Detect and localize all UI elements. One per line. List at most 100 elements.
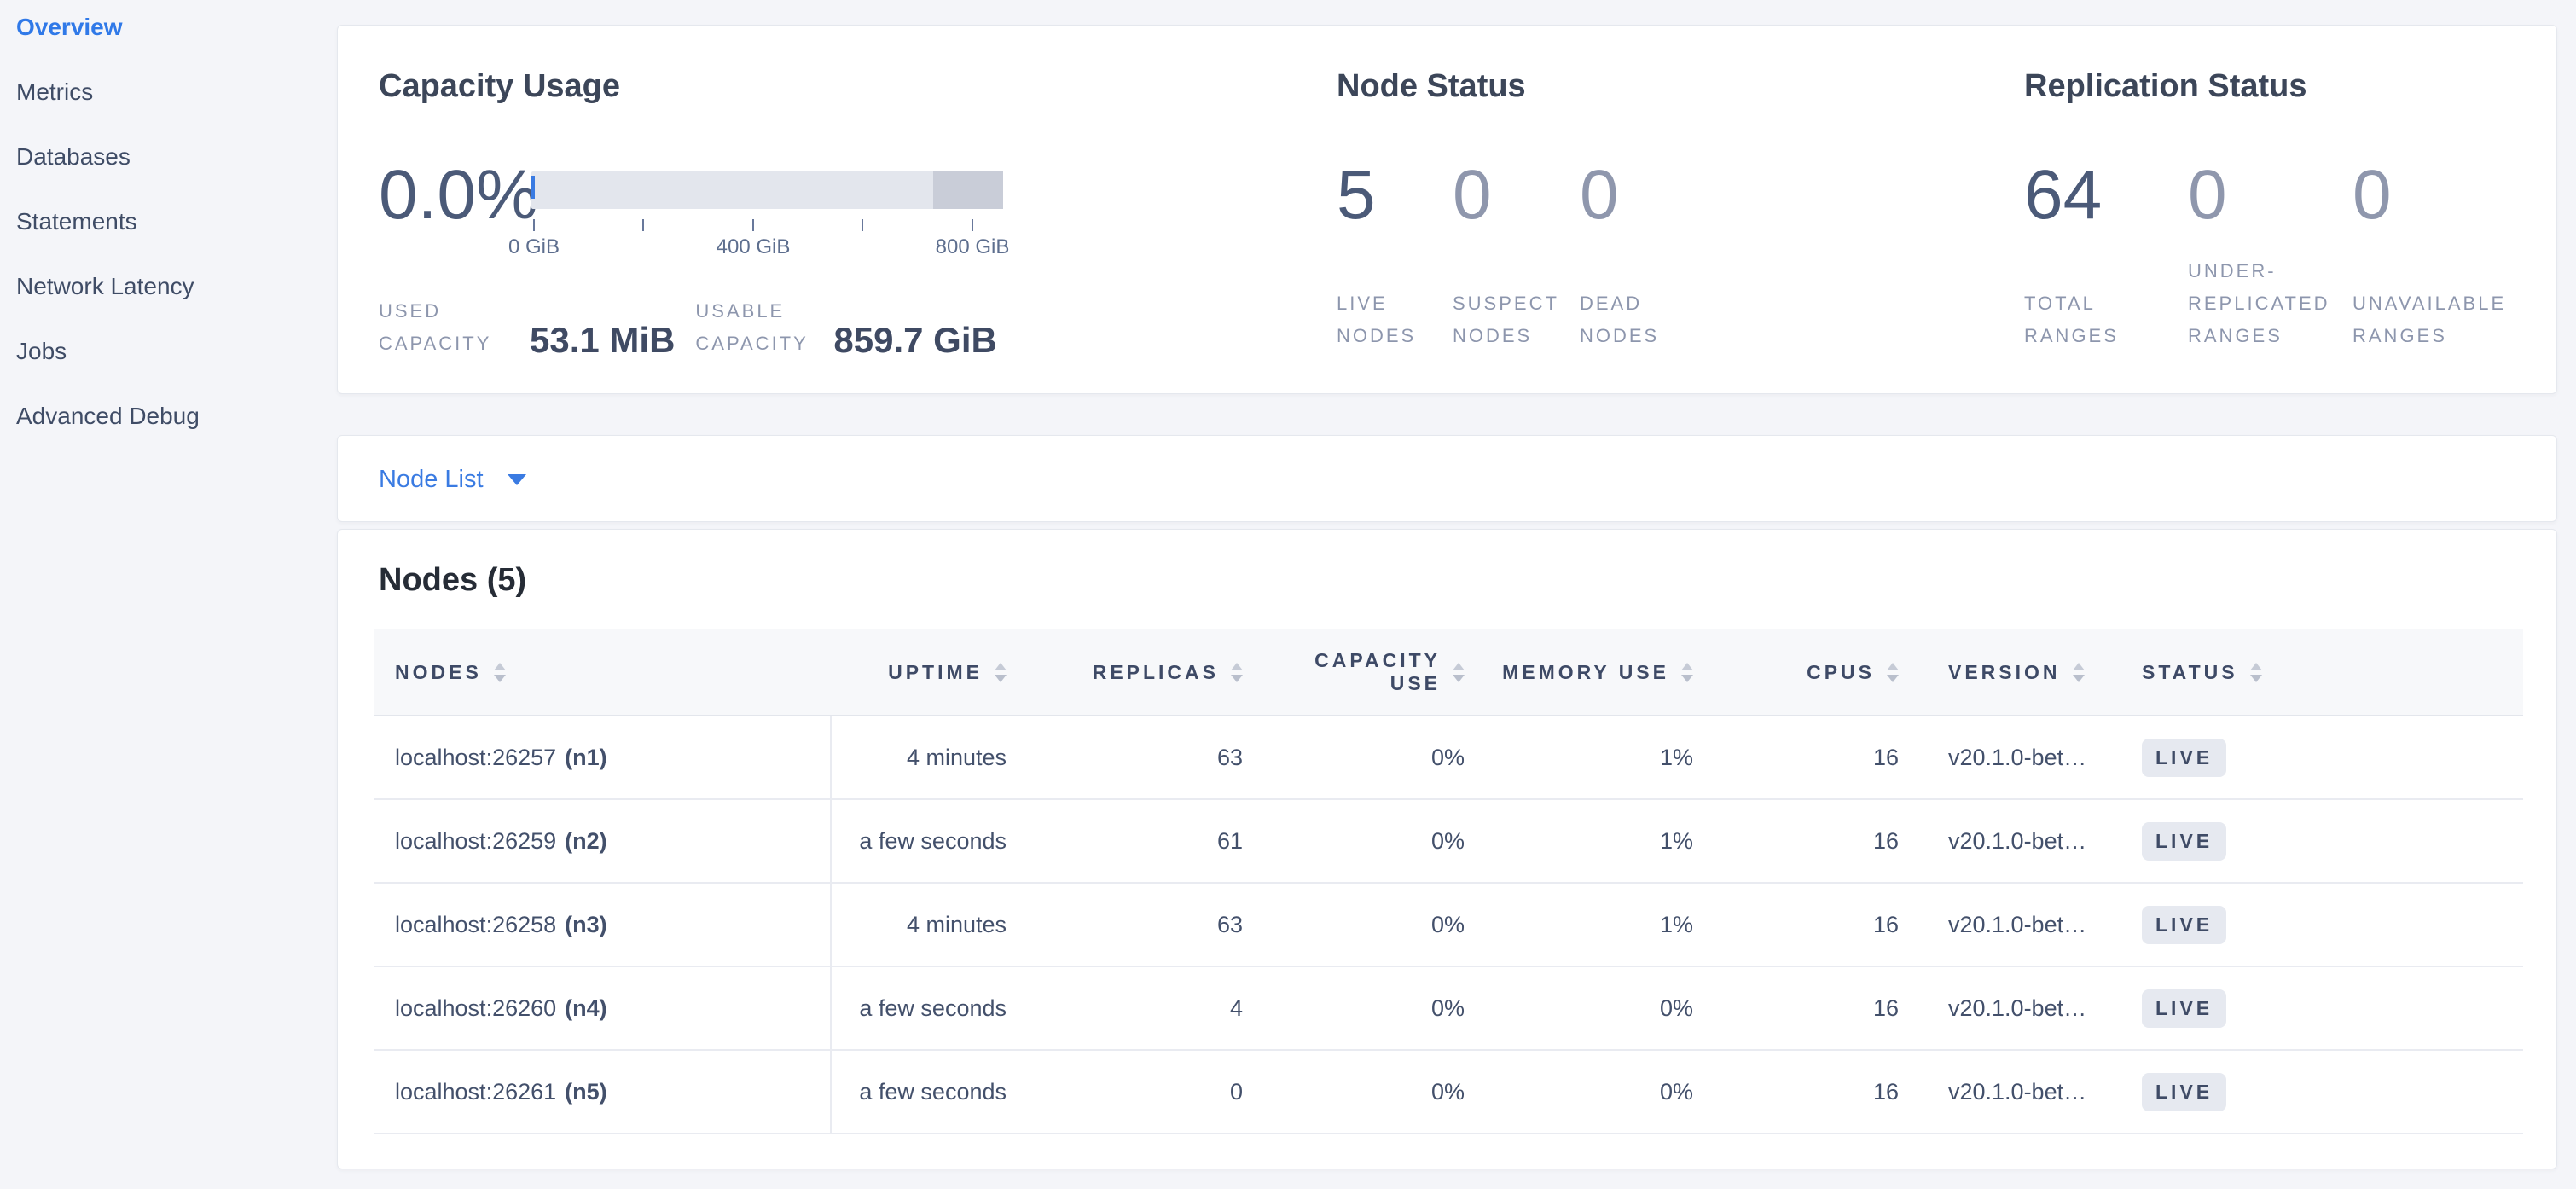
capacity-usage-title: Capacity Usage — [379, 68, 620, 105]
unavailable-ranges-label: UNAVAILABLE RANGES — [2353, 287, 2515, 352]
node-address: localhost:26260 — [395, 995, 556, 1022]
status-cell: LIVE — [2121, 800, 2523, 882]
capacity-axis-tick — [972, 219, 973, 231]
uptime-cell: 4 minutes — [832, 716, 1024, 798]
uptime-cell: a few seconds — [832, 967, 1024, 1049]
live-nodes-count: 5 — [1337, 160, 1448, 230]
usable-capacity-value: 859.7 GiB — [833, 322, 996, 358]
capacity-axis-label-0: 0 GiB — [508, 235, 560, 259]
sidebar-item-statements[interactable]: Statements — [16, 208, 333, 237]
sort-icon — [995, 663, 1007, 682]
column-header-capacity-use[interactable]: CAPACITY USE — [1260, 629, 1482, 715]
capacity-bar-reserved-segment — [933, 171, 1003, 209]
column-header-status-label: STATUS — [2142, 661, 2238, 684]
column-header-replicas[interactable]: REPLICAS — [1024, 629, 1260, 715]
node-list-dropdown[interactable]: Node List — [379, 436, 526, 523]
column-header-uptime[interactable]: UPTIME — [832, 629, 1024, 715]
cpus-cell: 16 — [1710, 1051, 1916, 1133]
status-badge: LIVE — [2142, 906, 2226, 944]
capacity-axis-tick — [642, 219, 644, 231]
column-header-nodes[interactable]: NODES — [374, 629, 832, 715]
node-address-cell: localhost:26257(n1) — [374, 716, 832, 798]
column-header-version[interactable]: VERSION — [1916, 629, 2121, 715]
total-ranges-stat: 64 TOTAL RANGES — [2024, 160, 2182, 352]
table-row-node-2[interactable]: localhost:26259(n2) a few seconds 61 0% … — [374, 800, 2523, 884]
unavailable-ranges-stat: 0 UNAVAILABLE RANGES — [2353, 160, 2523, 352]
capacity-use-cell: 0% — [1260, 716, 1482, 798]
node-list-dropdown-label: Node List — [379, 466, 484, 494]
column-header-cpus[interactable]: CPUS — [1710, 629, 1916, 715]
capacity-stats: USED CAPACITY 53.1 MiB USABLE CAPACITY 8… — [379, 295, 997, 360]
used-capacity-label: USED CAPACITY — [379, 295, 530, 360]
node-address: localhost:26257 — [395, 745, 556, 771]
memory-use-cell: 1% — [1482, 800, 1710, 882]
column-header-cpus-label: CPUS — [1807, 661, 1875, 684]
column-header-status[interactable]: STATUS — [2121, 629, 2523, 715]
live-nodes-label: LIVE NODES — [1337, 287, 1439, 352]
under-replicated-ranges-stat: 0 UNDER-REPLICATED RANGES — [2188, 160, 2350, 352]
suspect-nodes-stat: 0 SUSPECT NODES — [1453, 160, 1572, 352]
total-ranges-count: 64 — [2024, 160, 2182, 230]
capacity-use-cell: 0% — [1260, 800, 1482, 882]
capacity-use-cell: 0% — [1260, 884, 1482, 966]
cpus-cell: 16 — [1710, 967, 1916, 1049]
chevron-down-icon — [508, 474, 526, 485]
capacity-bar-used-marker — [531, 176, 535, 199]
table-row-node-5[interactable]: localhost:26261(n5) a few seconds 0 0% 0… — [374, 1051, 2523, 1134]
capacity-axis-tick — [862, 219, 863, 231]
capacity-axis-tick — [533, 219, 535, 231]
overview-page: Overview Metrics Databases Statements Ne… — [0, 0, 2576, 1189]
node-id: (n4) — [565, 995, 607, 1022]
node-id: (n2) — [565, 828, 607, 855]
node-address-cell: localhost:26259(n2) — [374, 800, 832, 882]
dead-nodes-stat: 0 DEAD NODES — [1580, 160, 1708, 352]
sidebar-item-jobs[interactable]: Jobs — [16, 338, 333, 367]
memory-use-cell: 1% — [1482, 884, 1710, 966]
capacity-use-cell: 0% — [1260, 967, 1482, 1049]
status-cell: LIVE — [2121, 884, 2523, 966]
column-header-memory-use-label: MEMORY USE — [1502, 661, 1669, 684]
status-cell: LIVE — [2121, 1051, 2523, 1133]
nodes-table-header: NODES UPTIME REPLICAS CAPACITY USE MEMOR… — [374, 629, 2523, 716]
sidebar-item-advanced-debug[interactable]: Advanced Debug — [16, 403, 333, 432]
column-header-nodes-label: NODES — [395, 661, 482, 684]
dead-nodes-count: 0 — [1580, 160, 1708, 230]
capacity-axis-tick — [752, 219, 754, 231]
sidebar-item-metrics[interactable]: Metrics — [16, 78, 333, 107]
status-badge: LIVE — [2142, 1073, 2226, 1111]
column-header-capacity-use-label: CAPACITY USE — [1313, 649, 1441, 695]
node-id: (n5) — [565, 1079, 607, 1105]
table-row-node-1[interactable]: localhost:26257(n1) 4 minutes 63 0% 1% 1… — [374, 716, 2523, 800]
under-replicated-ranges-count: 0 — [2188, 160, 2350, 230]
node-address: localhost:26258 — [395, 912, 556, 938]
suspect-nodes-label: SUSPECT NODES — [1453, 287, 1568, 352]
sort-icon — [1681, 663, 1693, 682]
table-row-node-4[interactable]: localhost:26260 (n4) a few seconds 4 0% 0… — [374, 967, 2523, 1051]
capacity-axis-label-800: 800 GiB — [936, 235, 1010, 259]
memory-use-cell: 1% — [1482, 716, 1710, 798]
sort-icon — [1231, 663, 1243, 682]
under-replicated-ranges-label: UNDER-REPLICATED RANGES — [2188, 255, 2346, 352]
total-ranges-label: TOTAL RANGES — [2024, 287, 2152, 352]
replicas-cell: 63 — [1024, 716, 1260, 798]
version-cell: v20.1.0-bet… — [1916, 800, 2121, 882]
uptime-cell: a few seconds — [832, 800, 1024, 882]
version-cell: v20.1.0-bet… — [1916, 884, 2121, 966]
node-address-cell: localhost:26258(n3) — [374, 884, 832, 966]
sort-icon — [1887, 663, 1899, 682]
version-cell: v20.1.0-bet… — [1916, 967, 2121, 1049]
table-row-node-3[interactable]: localhost:26258(n3) 4 minutes 63 0% 1% 1… — [374, 884, 2523, 967]
capacity-used-percent: 0.0% — [379, 160, 538, 230]
column-header-memory-use[interactable]: MEMORY USE — [1482, 629, 1710, 715]
live-nodes-stat: 5 LIVE NODES — [1337, 160, 1448, 352]
sidebar-item-databases[interactable]: Databases — [16, 143, 333, 172]
column-header-replicas-label: REPLICAS — [1093, 661, 1219, 684]
status-cell: LIVE — [2121, 967, 2523, 1049]
sidebar-item-overview[interactable]: Overview — [16, 14, 333, 43]
replicas-cell: 63 — [1024, 884, 1260, 966]
sidebar-item-network-latency[interactable]: Network Latency — [16, 273, 333, 302]
memory-use-cell: 0% — [1482, 967, 1710, 1049]
capacity-bar-chart — [531, 171, 1003, 209]
column-header-version-label: VERSION — [1948, 661, 2061, 684]
replicas-cell: 4 — [1024, 967, 1260, 1049]
